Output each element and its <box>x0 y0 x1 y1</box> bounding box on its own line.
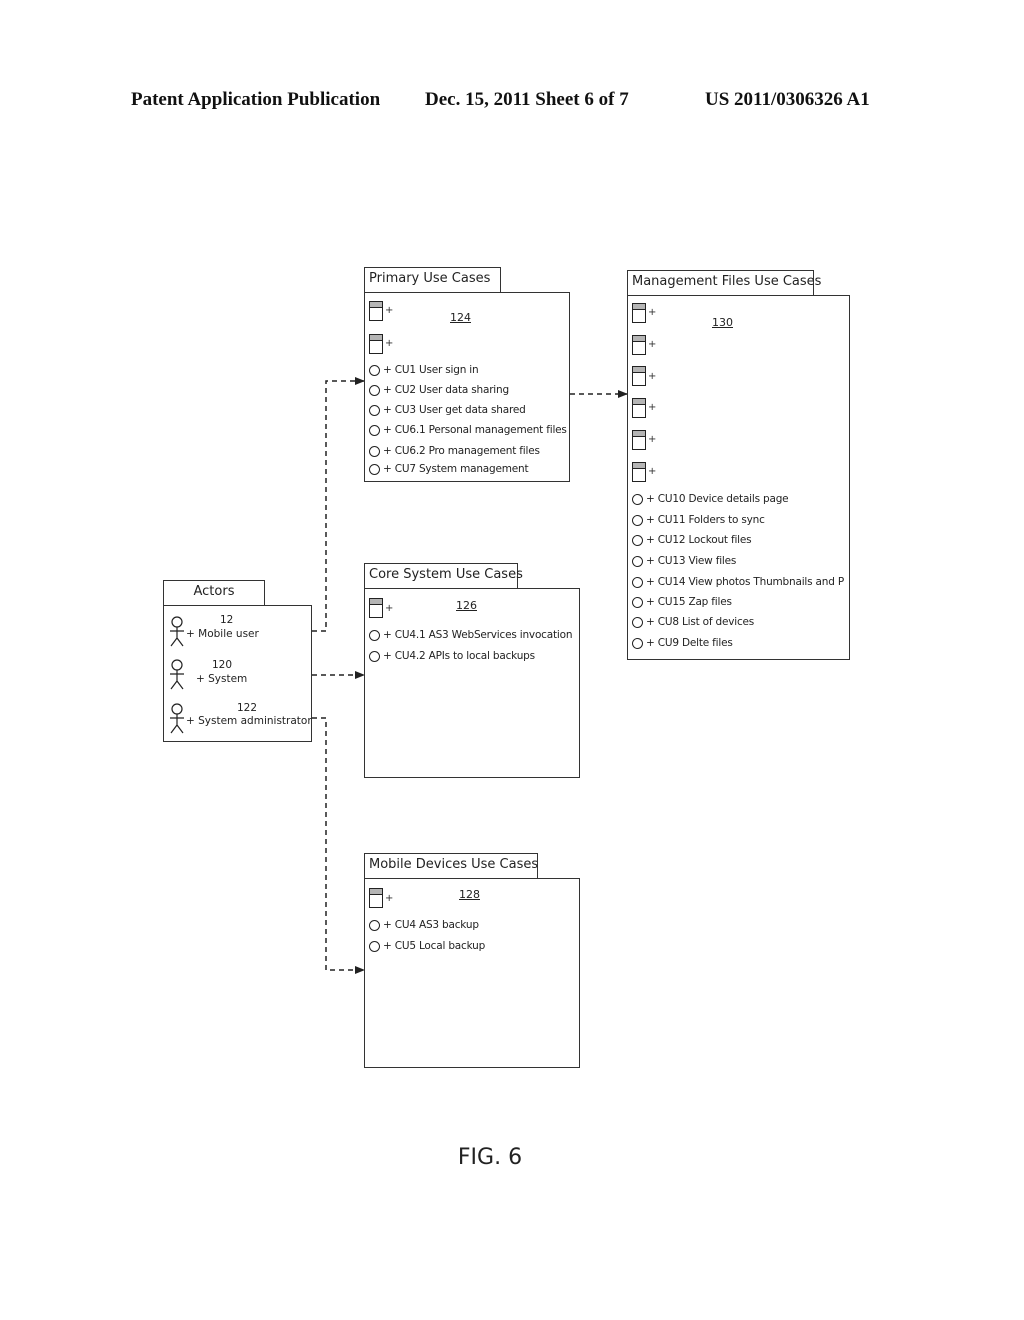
reference-number: 128 <box>459 888 480 901</box>
actor-reference-number: 12 <box>220 614 234 626</box>
use-case-icon <box>632 493 643 505</box>
use-case-icon <box>369 940 380 952</box>
use-case-icon <box>369 424 380 436</box>
class-plus: + <box>648 434 657 445</box>
use-case-item: + CU8 List of devices <box>632 616 754 628</box>
class-icon <box>632 398 646 418</box>
package-management-tab: Management Files Use Cases <box>627 270 821 296</box>
connector-admin-to-mobile <box>312 717 365 974</box>
use-case-item: + CU10 Device details page <box>632 493 789 505</box>
class-plus: + <box>385 305 394 316</box>
class-icon <box>369 888 383 908</box>
use-case-icon <box>632 534 643 546</box>
actor-mobile-user: + Mobile user <box>168 616 259 648</box>
package-primary-tab: Primary Use Cases <box>364 267 501 293</box>
figure-label: FIG. 6 <box>457 1145 523 1170</box>
use-case-item: + CU14 View photos Thumbnails and P <box>632 576 844 588</box>
package-core: + 126 + CU4.1 AS3 WebServices invocation… <box>364 588 580 778</box>
use-case-icon <box>632 637 643 649</box>
use-case-item: + CU3 User get data shared <box>369 404 526 416</box>
use-case-icon <box>632 576 643 588</box>
reference-number: 126 <box>456 599 477 612</box>
use-case-icon <box>369 629 380 641</box>
actor-reference-number: 122 <box>237 702 258 714</box>
reference-number: 130 <box>712 316 733 329</box>
class-plus: + <box>648 466 657 477</box>
package-mobile: + 128 + CU4 AS3 backup + CU5 Local backu… <box>364 878 580 1068</box>
class-icon <box>632 430 646 450</box>
use-case-icon <box>369 650 380 662</box>
use-case-item: + CU13 View files <box>632 555 736 567</box>
use-case-item: + CU4.1 AS3 WebServices invocation <box>369 629 572 641</box>
actor-system: + System <box>168 659 247 691</box>
class-plus: + <box>648 307 657 318</box>
use-case-icon <box>632 514 643 526</box>
use-case-item: + CU2 User data sharing <box>369 384 509 396</box>
class-icon <box>632 303 646 323</box>
connector-mobile-user-to-primary <box>312 377 365 632</box>
use-case-icon <box>369 463 380 475</box>
class-icon <box>632 366 646 386</box>
package-core-tab: Core System Use Cases <box>364 563 523 589</box>
class-plus: + <box>385 603 394 614</box>
use-case-item: + CU4 AS3 backup <box>369 919 479 931</box>
package-primary: + + 124 + CU1 User sign in + CU2 User da… <box>364 292 570 482</box>
use-case-item: + CU6.2 Pro management files <box>369 445 540 457</box>
use-case-icon <box>369 404 380 416</box>
class-plus: + <box>385 338 394 349</box>
use-case-icon <box>632 596 643 608</box>
class-icon <box>632 462 646 482</box>
actor-reference-number: 120 <box>212 659 233 671</box>
class-plus: + <box>648 371 657 382</box>
use-case-icon <box>632 555 643 567</box>
class-icon <box>369 334 383 354</box>
use-case-item: + CU7 System management <box>369 463 529 475</box>
use-case-item: + CU15 Zap files <box>632 596 732 608</box>
package-actors-tab: Actors <box>163 580 265 606</box>
package-mobile-tab: Mobile Devices Use Cases <box>364 853 538 879</box>
class-icon <box>369 598 383 618</box>
use-case-item: + CU12 Lockout files <box>632 534 752 546</box>
class-plus: + <box>385 893 394 904</box>
use-case-item: + CU11 Folders to sync <box>632 514 765 526</box>
use-case-icon <box>369 445 380 457</box>
use-case-item: + CU9 Delte files <box>632 637 733 649</box>
actor-icon <box>170 703 184 734</box>
use-case-item: + CU1 User sign in <box>369 364 479 376</box>
use-case-item: + CU6.1 Personal management files <box>369 424 567 436</box>
use-case-icon <box>369 384 380 396</box>
use-case-icon <box>369 919 380 931</box>
class-icon <box>632 335 646 355</box>
package-management: + + + + + + 130 + CU10 Device details pa… <box>627 295 850 660</box>
reference-number: 124 <box>450 311 471 324</box>
use-case-item: + CU4.2 APIs to local backups <box>369 650 535 662</box>
class-plus: + <box>648 339 657 350</box>
class-plus: + <box>648 402 657 413</box>
use-case-icon <box>369 364 380 376</box>
use-case-icon <box>632 616 643 628</box>
actor-icon <box>170 616 184 647</box>
class-icon <box>369 301 383 321</box>
actor-icon <box>170 659 184 690</box>
package-actors: + Mobile user 12 + System 120 + System a… <box>163 605 312 742</box>
use-case-item: + CU5 Local backup <box>369 940 485 952</box>
